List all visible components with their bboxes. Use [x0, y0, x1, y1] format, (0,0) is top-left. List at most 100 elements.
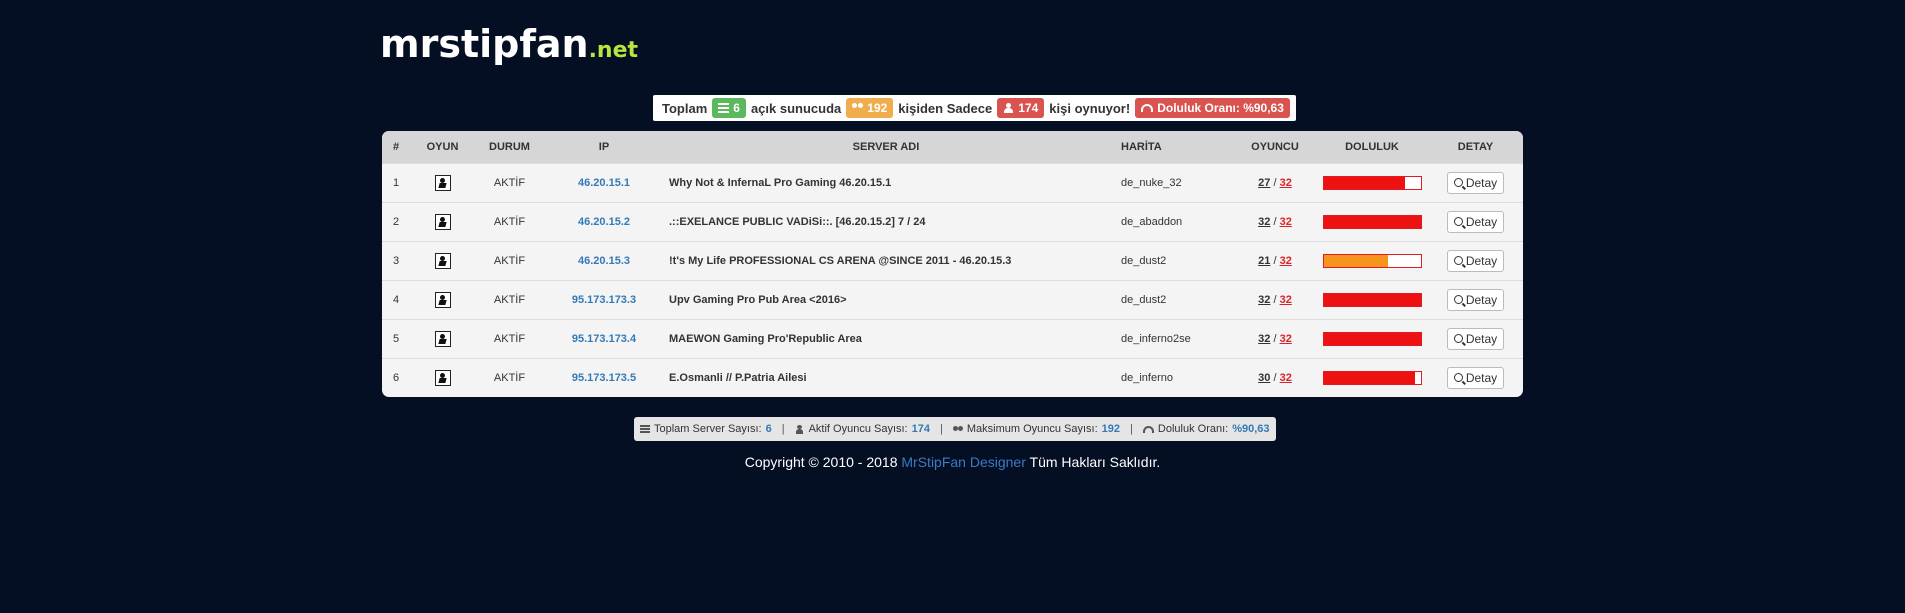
- row-players: 32 / 32: [1258, 293, 1292, 306]
- row-server-name: .::EXELANCE PUBLIC VADiSi::. [46.20.15.2…: [669, 215, 926, 228]
- summary-text: Toplam: [662, 100, 708, 116]
- row-ip-link[interactable]: 95.173.173.5: [548, 358, 660, 397]
- stats-separator: |: [939, 423, 943, 435]
- players-link[interactable]: 32: [1258, 216, 1270, 228]
- fill-bar-level: [1323, 176, 1405, 189]
- players-link[interactable]: 30: [1258, 372, 1270, 384]
- table-row: 3 AKTİF 46.20.15.3 !t's My Life PROFESSI…: [382, 241, 1523, 280]
- row-detail: Detay: [1428, 319, 1523, 358]
- counter-strike-icon: [434, 252, 451, 269]
- detail-button[interactable]: Detay: [1446, 171, 1505, 194]
- counter-strike-icon: [434, 369, 451, 386]
- players-link[interactable]: 32: [1258, 294, 1270, 306]
- detail-button-label: Detay: [1465, 370, 1498, 385]
- row-fill: [1316, 280, 1428, 319]
- max-players-badge: 192: [846, 98, 894, 118]
- fill-bar-level: [1323, 215, 1421, 228]
- max-players-link[interactable]: 32: [1280, 294, 1292, 306]
- row-fill: [1316, 163, 1428, 202]
- detail-button-label: Detay: [1465, 253, 1498, 268]
- players-link[interactable]: 32: [1258, 333, 1270, 345]
- col-num: #: [393, 140, 400, 153]
- row-ip-link[interactable]: 46.20.15.2: [548, 202, 660, 241]
- stats-separator: |: [781, 423, 785, 435]
- detail-button[interactable]: Detay: [1446, 327, 1505, 350]
- fill-bar-level: [1323, 254, 1388, 267]
- counter-strike-icon: [434, 291, 451, 308]
- game-cell: [414, 202, 471, 241]
- list-icon: [640, 424, 650, 434]
- max-players-link[interactable]: 32: [1280, 333, 1292, 345]
- row-server-name: !t's My Life PROFESSIONAL CS ARENA @SINC…: [669, 254, 1012, 267]
- detail-button[interactable]: Detay: [1446, 249, 1505, 272]
- stats-separator: |: [1130, 423, 1133, 435]
- fill-rate-badge: Doluluk Oranı: %90,63: [1135, 98, 1290, 118]
- fill-bar: [1322, 253, 1422, 268]
- server-table-panel: # OYUN DURUM IP SERVER ADI HARİTA OYUNCU…: [382, 131, 1523, 397]
- max-players-link[interactable]: 32: [1280, 255, 1292, 267]
- gauge-icon: [1142, 425, 1154, 433]
- max-players-link[interactable]: 32: [1280, 372, 1292, 384]
- stats-max-value: 192: [1101, 423, 1121, 435]
- detail-button-label: Detay: [1465, 331, 1498, 346]
- col-detail: DETAY: [1457, 140, 1494, 153]
- col-map: HARİTA: [1121, 140, 1162, 153]
- row-status: AKTİF: [493, 215, 526, 228]
- row-map: de_dust2: [1121, 254, 1167, 267]
- users-icon: [952, 425, 963, 434]
- row-fill: [1316, 358, 1428, 397]
- search-icon: [1453, 295, 1463, 304]
- summary-bar: Toplam 6 açık sunucuda 192 kişiden Sadec…: [653, 95, 1296, 121]
- server-table: # OYUN DURUM IP SERVER ADI HARİTA OYUNCU…: [382, 131, 1523, 397]
- table-row: 2 AKTİF 46.20.15.2 .::EXELANCE PUBLIC VA…: [382, 202, 1523, 241]
- row-server-name: MAEWON Gaming Pro'Republic Area: [669, 332, 862, 345]
- search-icon: [1453, 178, 1463, 187]
- row-players: 27 / 32: [1258, 176, 1292, 189]
- row-players: 32 / 32: [1258, 215, 1292, 228]
- players-link[interactable]: 27: [1258, 177, 1270, 189]
- game-cell: [414, 358, 471, 397]
- row-ip-link[interactable]: 95.173.173.4: [548, 319, 660, 358]
- row-ip-link[interactable]: 46.20.15.1: [548, 163, 660, 202]
- stats-fill-label: Doluluk Oranı:: [1157, 423, 1229, 435]
- row-ip-link[interactable]: 46.20.15.3: [548, 241, 660, 280]
- row-detail: Detay: [1428, 202, 1523, 241]
- row-num: 1: [393, 176, 400, 189]
- summary-text: kişiden Sadece: [898, 100, 993, 116]
- row-detail: Detay: [1428, 358, 1523, 397]
- list-icon: [718, 103, 730, 113]
- game-cell: [414, 280, 471, 319]
- max-players-count: 192: [867, 101, 888, 115]
- players-link[interactable]: 21: [1258, 255, 1270, 267]
- detail-button-label: Detay: [1465, 292, 1498, 307]
- counter-strike-icon: [434, 174, 451, 191]
- detail-button[interactable]: Detay: [1446, 366, 1505, 389]
- designer-link[interactable]: MrStipFan Designer: [901, 454, 1026, 470]
- row-status: AKTİF: [493, 332, 526, 345]
- detail-button[interactable]: Detay: [1446, 210, 1505, 233]
- row-fill: [1316, 319, 1428, 358]
- detail-button-label: Detay: [1465, 214, 1498, 229]
- fill-bar-level: [1323, 293, 1421, 306]
- row-status: AKTİF: [493, 293, 526, 306]
- detail-button[interactable]: Detay: [1446, 288, 1505, 311]
- copyright-prefix: Copyright © 2010 - 2018: [744, 454, 898, 470]
- summary-text: açık sunucuda: [750, 100, 842, 116]
- row-players: 21 / 32: [1258, 254, 1292, 267]
- server-count: 6: [733, 101, 740, 115]
- table-row: 6 AKTİF 95.173.173.5 E.Osmanli // P.Patr…: [382, 358, 1523, 397]
- gauge-icon: [1141, 104, 1154, 112]
- counter-strike-icon: [434, 213, 451, 230]
- table-row: 4 AKTİF 95.173.173.3 Upv Gaming Pro Pub …: [382, 280, 1523, 319]
- fill-bar-level: [1323, 332, 1421, 345]
- row-ip-link[interactable]: 95.173.173.3: [548, 280, 660, 319]
- max-players-link[interactable]: 32: [1280, 177, 1292, 189]
- site-logo[interactable]: mrstipfan.net: [380, 22, 638, 66]
- stats-active-value: 174: [911, 423, 930, 435]
- col-players: OYUNCU: [1251, 140, 1299, 153]
- max-players-link[interactable]: 32: [1280, 216, 1292, 228]
- fill-bar: [1322, 175, 1422, 190]
- row-map: de_abaddon: [1121, 215, 1183, 228]
- user-icon: [1003, 103, 1014, 113]
- row-num: 5: [393, 332, 400, 345]
